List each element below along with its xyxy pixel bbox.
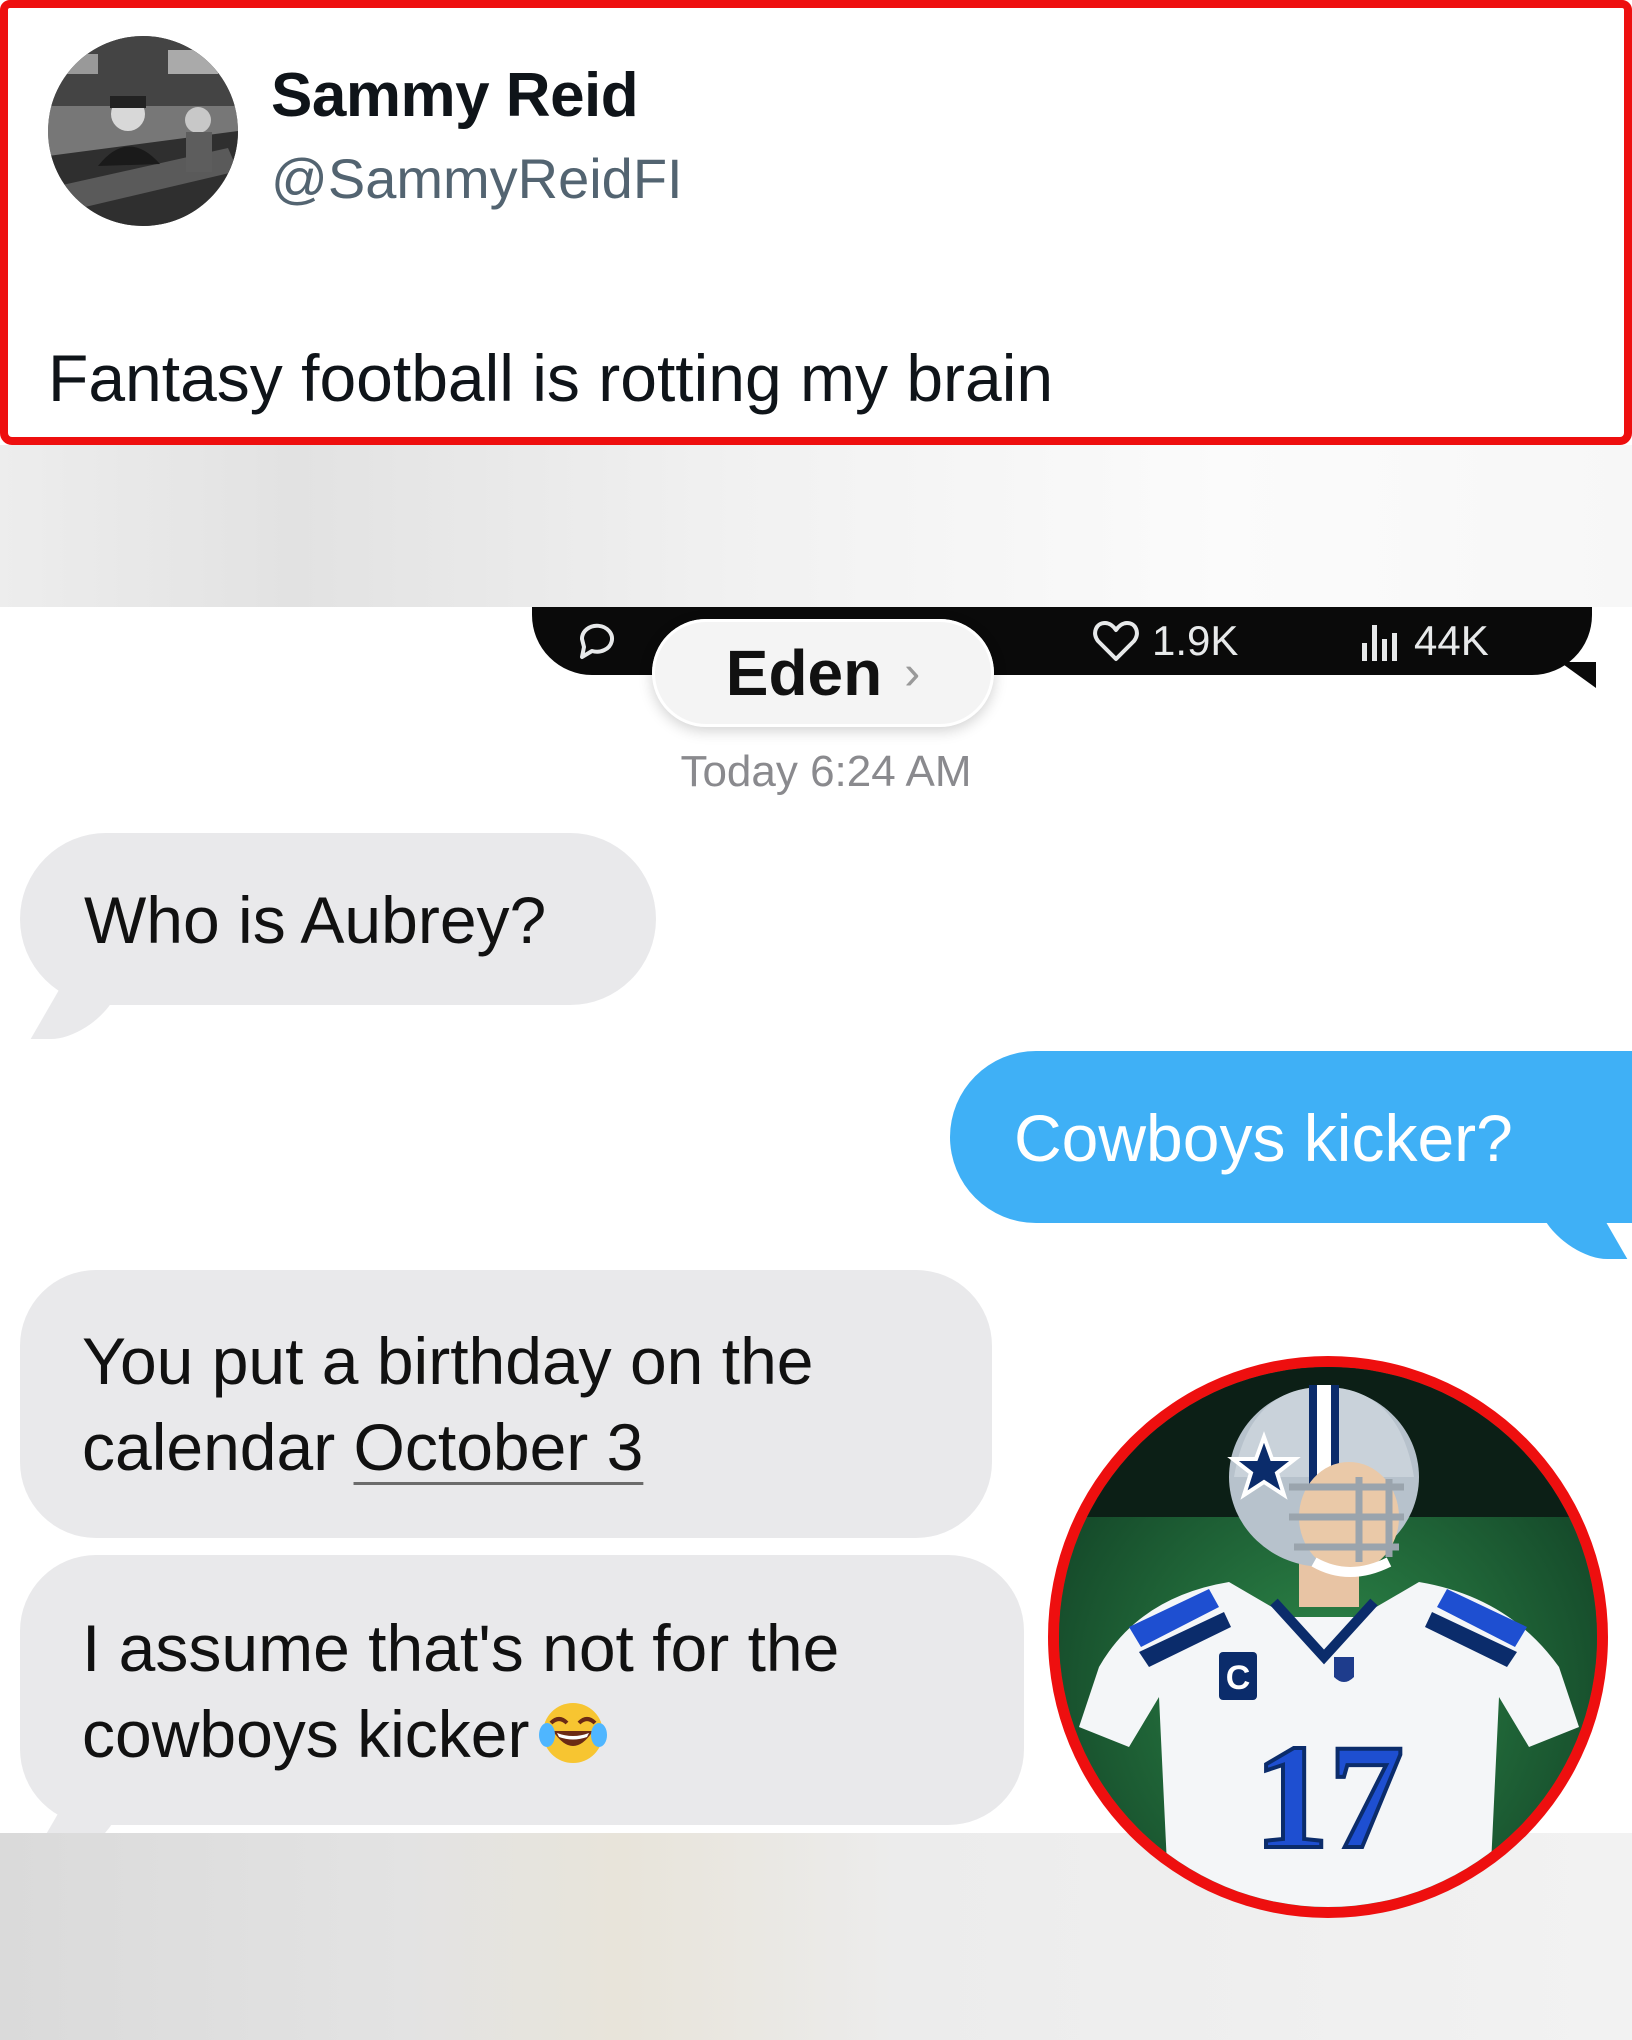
message-text: Who is Aubrey?: [84, 883, 547, 957]
message-text-fragment: cowboys kicker: [82, 1697, 530, 1771]
tweet-card: Sammy Reid @SammyReidFI Fantasy football…: [0, 0, 1632, 445]
face-with-tears-of-joy-icon: [537, 1695, 609, 1767]
incoming-message[interactable]: I assume that's not for the cowboys kick…: [20, 1555, 1024, 1825]
date-link[interactable]: October 3: [354, 1410, 644, 1484]
like-button[interactable]: 1.9K: [1092, 617, 1238, 665]
heart-icon: [1092, 619, 1140, 663]
author-handle[interactable]: @SammyReidFI: [271, 146, 683, 211]
message-text-line: cowboys kicker: [82, 1691, 1024, 1777]
jersey-number: 17: [1254, 1714, 1404, 1880]
reply-icon: [574, 617, 620, 663]
blurred-background-strip: [0, 445, 1632, 607]
message-text: Cowboys kicker?: [1014, 1101, 1513, 1175]
message-text-line: I assume that's not for the: [82, 1611, 840, 1685]
reply-button[interactable]: [574, 617, 620, 663]
like-count: 1.9K: [1152, 617, 1239, 664]
views-icon: [1358, 619, 1402, 663]
incoming-message[interactable]: Who is Aubrey?: [20, 833, 656, 1005]
message-timestamp: Today 6:24 AM: [680, 747, 972, 796]
message-text-line: calendar October 3: [82, 1404, 992, 1490]
avatar-photo: [48, 36, 238, 226]
message-text-fragment: calendar: [82, 1410, 354, 1484]
avatar[interactable]: [48, 36, 238, 226]
captain-patch: C: [1226, 1659, 1251, 1697]
views-button[interactable]: 44K: [1358, 617, 1489, 665]
outgoing-message[interactable]: Cowboys kicker?: [950, 1051, 1632, 1223]
chevron-right-icon: ›: [904, 646, 921, 700]
contact-header[interactable]: Eden ›: [652, 619, 994, 727]
action-bar-tail: [1560, 662, 1596, 688]
player-photo: 17 C: [1048, 1356, 1608, 1918]
incoming-message[interactable]: You put a birthday on the calendar Octob…: [20, 1270, 992, 1538]
contact-name: Eden: [725, 637, 883, 709]
view-count: 44K: [1414, 617, 1489, 664]
tweet-text: Fantasy football is rotting my brain: [48, 341, 1054, 415]
kicker-photo: 17 C: [1059, 1367, 1597, 1907]
message-text-line: You put a birthday on the: [82, 1324, 814, 1398]
author-name[interactable]: Sammy Reid: [271, 60, 639, 131]
